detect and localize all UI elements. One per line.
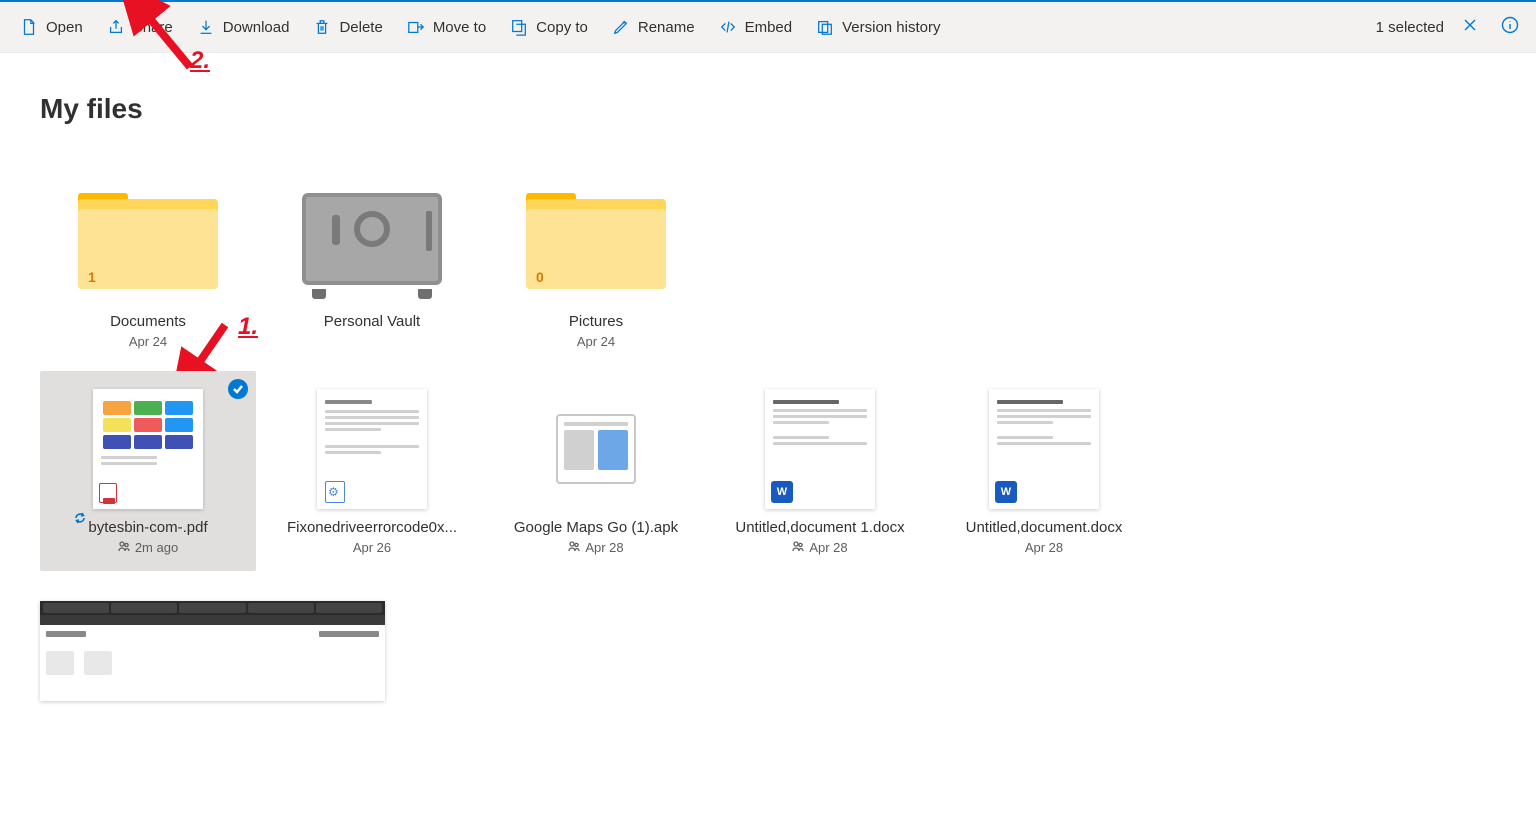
folder-date: Apr 24 <box>577 334 615 349</box>
folder-name: Personal Vault <box>324 313 420 330</box>
file-icon <box>20 18 38 36</box>
file-tile-apk[interactable]: Google Maps Go (1).apk Apr 28 <box>488 371 704 571</box>
sync-icon <box>74 511 86 529</box>
move-to-button[interactable]: Move to <box>395 2 498 52</box>
file-name: Google Maps Go (1).apk <box>514 519 678 536</box>
code-icon <box>719 18 737 36</box>
file-tile-image[interactable] <box>40 601 385 701</box>
clear-selection-button[interactable] <box>1452 2 1488 52</box>
version-history-label: Version history <box>842 19 940 36</box>
share-label: Share <box>133 19 173 36</box>
info-button[interactable] <box>1492 2 1528 52</box>
trash-icon <box>313 18 331 36</box>
share-icon <box>107 18 125 36</box>
download-button[interactable]: Download <box>185 2 302 52</box>
folder-name: Documents <box>110 313 186 330</box>
embed-button[interactable]: Embed <box>707 2 805 52</box>
info-icon <box>1501 16 1519 39</box>
download-icon <box>197 18 215 36</box>
file-thumbnail <box>264 389 480 509</box>
copy-icon <box>510 18 528 36</box>
word-badge-icon: W <box>771 481 793 503</box>
copy-to-label: Copy to <box>536 19 588 36</box>
word-badge-icon: W <box>995 481 1017 503</box>
folder-icon: 0 <box>488 183 704 303</box>
file-thumbnail <box>40 389 256 509</box>
file-name: Untitled,document.docx <box>966 519 1123 536</box>
folder-icon: 1 <box>40 183 256 303</box>
rename-button[interactable]: Rename <box>600 2 707 52</box>
folder-date: Apr 24 <box>129 334 167 349</box>
command-bar: Open Share Download Delete Move to Copy … <box>0 2 1536 53</box>
open-label: Open <box>46 19 83 36</box>
file-name: Fixonedriveerrorcode0x... <box>287 519 457 536</box>
folder-tile-documents[interactable]: 1 Documents Apr 24 <box>40 165 256 365</box>
download-label: Download <box>223 19 290 36</box>
folder-tile-pictures[interactable]: 0 Pictures Apr 24 <box>488 165 704 365</box>
file-thumbnail: W <box>712 389 928 509</box>
images-row <box>40 601 1496 701</box>
page-title: My files <box>40 93 1496 125</box>
pencil-icon <box>612 18 630 36</box>
embed-label: Embed <box>745 19 793 36</box>
file-date: Apr 28 <box>585 540 623 555</box>
image-thumbnail <box>40 601 385 701</box>
file-tile-docx[interactable]: W Untitled,document.docx Apr 28 <box>936 371 1152 571</box>
folder-name: Pictures <box>569 313 623 330</box>
file-date: 2m ago <box>135 540 178 555</box>
file-tile-docx[interactable]: W Untitled,document 1.docx Apr 28 <box>712 371 928 571</box>
file-tile-text[interactable]: Fixonedriveerrorcode0x... Apr 26 <box>264 371 480 571</box>
file-name: bytesbin-com-.pdf <box>88 519 207 536</box>
file-tile-pdf[interactable]: bytesbin-com-.pdf 2m ago <box>40 371 256 571</box>
move-icon <box>407 18 425 36</box>
copy-to-button[interactable]: Copy to <box>498 2 600 52</box>
rename-label: Rename <box>638 19 695 36</box>
shared-icon <box>568 540 580 555</box>
file-thumbnail <box>488 389 704 509</box>
delete-label: Delete <box>339 19 382 36</box>
folders-row: 1 Documents Apr 24 Personal Vault 0 Pict… <box>40 165 1496 365</box>
close-icon <box>1462 17 1478 38</box>
content-area: My files 2. 1. 1 Documents Apr 24 Person… <box>0 53 1536 701</box>
delete-button[interactable]: Delete <box>301 2 394 52</box>
open-button[interactable]: Open <box>8 2 95 52</box>
selection-count: 1 selected <box>1372 19 1448 36</box>
file-date: Apr 26 <box>353 540 391 555</box>
history-icon <box>816 18 834 36</box>
file-date: Apr 28 <box>809 540 847 555</box>
share-button[interactable]: Share <box>95 2 185 52</box>
version-history-button[interactable]: Version history <box>804 2 952 52</box>
vault-icon <box>264 183 480 303</box>
file-thumbnail: W <box>936 389 1152 509</box>
file-name: Untitled,document 1.docx <box>735 519 904 536</box>
files-row: bytesbin-com-.pdf 2m ago Fixonedriveerro… <box>40 371 1496 571</box>
shared-icon <box>118 540 130 555</box>
shared-icon <box>792 540 804 555</box>
toolbar-right-group: 1 selected <box>1372 2 1528 52</box>
file-date: Apr 28 <box>1025 540 1063 555</box>
folder-tile-personal-vault[interactable]: Personal Vault <box>264 165 480 365</box>
move-to-label: Move to <box>433 19 486 36</box>
